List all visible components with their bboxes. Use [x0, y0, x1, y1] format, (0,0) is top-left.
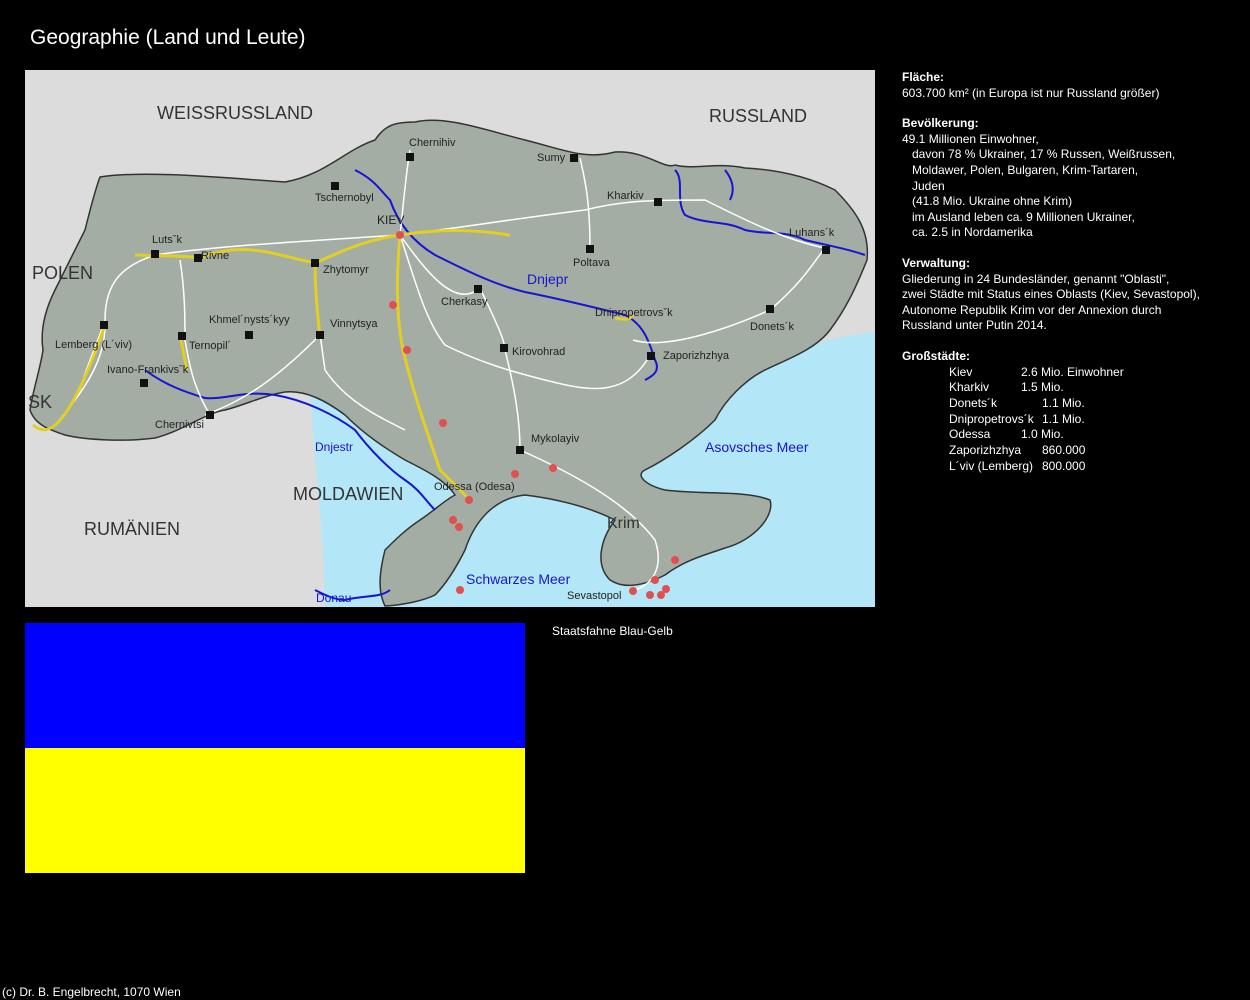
water-label: Dnjestr [315, 440, 353, 454]
info-panel: Fläche: 603.700 km² (in Europa ist nur R… [902, 70, 1232, 489]
administration-line: Russland unter Putin 2014. [902, 318, 1047, 333]
city-label: Cherkasy [441, 296, 488, 308]
city-label: Rivne [201, 250, 229, 262]
country-label: RUSSLAND [709, 106, 807, 126]
city-label: Ternopil´ [189, 340, 231, 352]
population-line: 49.1 Millionen Einwohner, [902, 131, 1039, 146]
population-line: Moldawer, Polen, Bulgaren, Krim-Tartaren… [912, 162, 1139, 177]
administration-heading: Verwaltung: [902, 255, 971, 270]
ukraine-flag [25, 623, 525, 873]
water-label: Dnjepr [527, 271, 569, 287]
flag-caption: Staatsfahne Blau-Gelb [552, 624, 673, 638]
city-name: Kharkiv [949, 380, 990, 395]
big-cities-heading: Großstädte: [902, 348, 971, 363]
city-label: Vinnytsya [330, 318, 378, 330]
city-row: Donets´k 1.1 Mio. [902, 396, 1232, 412]
water-label: Asovsches Meer [705, 439, 809, 455]
city-name: L´viv (Lemberg) [949, 458, 1034, 473]
city-label: Khmel´nysts´kyy [209, 314, 290, 326]
population-line: davon 78 % Ukrainer, 17 % Russen, Weißru… [912, 147, 1176, 162]
city-label: Ivano-Frankivsˇk [107, 364, 189, 376]
city-label: Zaporizhzhya [663, 350, 730, 362]
copyright-footer: (c) Dr. B. Engelbrecht, 1070 Wien [2, 985, 181, 999]
administration-line: Autonome Republik Krim vor der Annexion … [902, 302, 1162, 317]
city-population: 1.0 Mio. [1021, 427, 1064, 442]
water-label: Schwarzes Meer [466, 571, 571, 587]
city-row: Dnipropetrovs´k 1.1 Mio. [902, 412, 1232, 428]
city-name: Donets´k [949, 395, 998, 410]
population-line: Juden [912, 178, 945, 193]
city-label: Donets´k [750, 321, 795, 333]
water-label: Donau [316, 591, 351, 605]
city-name: Dnipropetrovs´k [949, 411, 1034, 426]
city-label: Odessa (Odesa) [434, 481, 515, 493]
city-label: Dnipropetrovsˇk [595, 307, 673, 319]
city-label: Chernihiv [409, 137, 456, 149]
city-row: Kharkiv 1.5 Mio. [902, 380, 1232, 396]
country-label: RUMÄNIEN [84, 519, 180, 539]
country-label: SK [28, 392, 52, 412]
city-label: Poltava [573, 257, 611, 269]
population-line: ca. 2.5 in Nordamerika [912, 225, 1033, 240]
city-name: Kiev [949, 364, 973, 379]
city-population: 800.000 [1042, 458, 1086, 473]
ukraine-map: WEISSRUSSLAND RUSSLAND POLEN SK MOLDAWIE… [25, 70, 875, 607]
city-label: Tschernobyl [315, 192, 374, 204]
city-label: KIEV [377, 213, 404, 227]
country-label: MOLDAWIEN [293, 484, 403, 504]
city-label: Kharkiv [607, 190, 644, 202]
city-label: Sevastopol [567, 590, 621, 602]
city-label: Mykolayiv [531, 433, 580, 445]
city-population: 2.6 Mio. Einwohner [1021, 364, 1124, 379]
city-population: 1.1 Mio. [1042, 395, 1085, 410]
city-label: Chernivtsi [155, 419, 204, 431]
city-label: Lemberg (L´viv) [55, 339, 132, 351]
city-row: L´viv (Lemberg) 800.000 [902, 459, 1232, 475]
city-label: Zhytomyr [323, 264, 369, 276]
city-label: Luhans´k [789, 227, 835, 239]
city-row: Zaporizhzhya 860.000 [902, 443, 1232, 459]
administration-line: zwei Städte mit Status eines Oblasts (Ki… [902, 287, 1200, 302]
city-label: Kirovohrad [512, 346, 565, 358]
city-row: Odessa 1.0 Mio. [902, 427, 1232, 443]
page-title: Geographie (Land und Leute) [30, 26, 306, 49]
population-line: (41.8 Mio. Ukraine ohne Krim) [912, 194, 1073, 209]
city-label: Lutsˇk [152, 234, 182, 246]
city-name: Zaporizhzhya [949, 442, 1022, 457]
area-text: 603.700 km² (in Europa ist nur Russland … [902, 85, 1160, 100]
flag-blue-stripe [25, 623, 525, 748]
population-heading: Bevölkerung: [902, 116, 979, 131]
city-population: 1.1 Mio. [1042, 411, 1085, 426]
city-population: 860.000 [1042, 442, 1086, 457]
country-label: WEISSRUSSLAND [157, 103, 313, 123]
administration-line: Gliederung in 24 Bundesländer, genannt "… [902, 271, 1170, 286]
city-label: Sumy [537, 152, 566, 164]
city-name: Odessa [949, 427, 991, 442]
flag-yellow-stripe [25, 748, 525, 873]
area-heading: Fläche: [902, 70, 945, 84]
country-label: POLEN [32, 263, 93, 283]
big-cities-table: Kiev 2.6 Mio. Einwohner Kharkiv 1.5 Mio. D… [902, 365, 1232, 475]
population-line: im Ausland leben ca. 9 Millionen Ukraine… [912, 209, 1135, 224]
region-label: Krim [607, 515, 640, 532]
city-population: 1.5 Mio. [1021, 380, 1064, 395]
city-row: Kiev 2.6 Mio. Einwohner [902, 365, 1232, 381]
